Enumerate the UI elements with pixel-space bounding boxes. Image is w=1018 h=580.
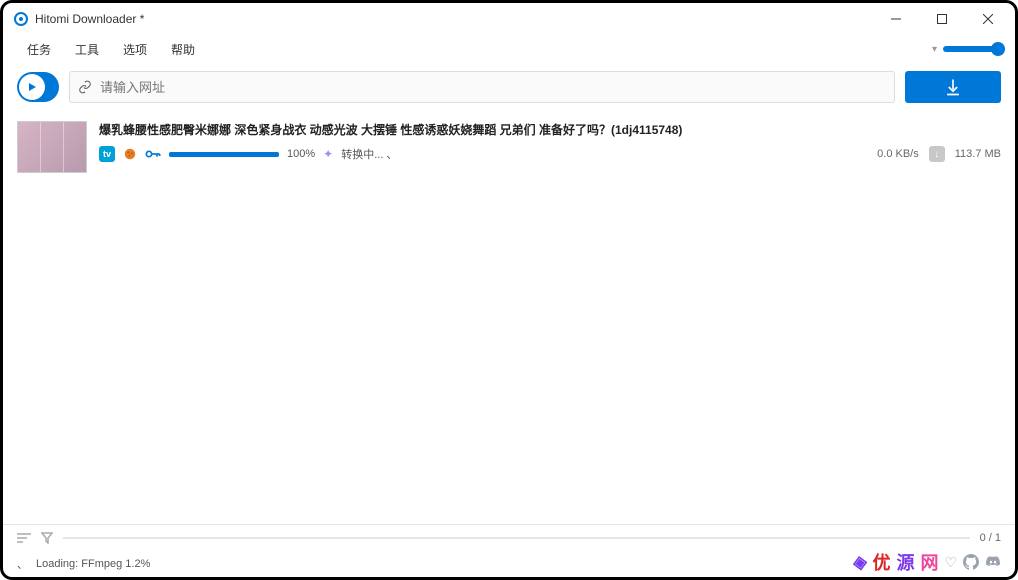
d-logo-icon: ◈	[851, 551, 868, 574]
url-input-container	[69, 71, 895, 103]
menu-tasks[interactable]: 任务	[15, 37, 63, 62]
close-button[interactable]	[965, 4, 1011, 34]
brand-char-3: 网	[920, 549, 938, 575]
discord-icon[interactable]	[985, 554, 1001, 570]
footer-divider	[63, 537, 970, 539]
item-counter: 0 / 1	[980, 532, 1001, 544]
download-item[interactable]: 爆乳蜂腰性感肥臀米娜娜 深色紧身战衣 动感光波 大摆锤 性感诱惑妖娆舞蹈 兄弟们…	[17, 117, 1001, 177]
maximize-button[interactable]	[919, 4, 965, 34]
window-title: Hitomi Downloader *	[35, 12, 873, 26]
sort-icon[interactable]	[17, 532, 31, 544]
download-button[interactable]	[905, 71, 1001, 103]
key-icon	[145, 147, 161, 161]
filter-icon[interactable]	[41, 532, 53, 544]
brand-char-2: 源	[896, 549, 914, 575]
titlebar[interactable]: Hitomi Downloader *	[3, 3, 1015, 35]
menu-help[interactable]: 帮助	[159, 37, 207, 62]
app-icon	[13, 11, 29, 27]
sparkle-icon: ✦	[323, 147, 333, 161]
menu-options[interactable]: 选项	[111, 37, 159, 62]
bilibili-icon: tv	[99, 146, 115, 162]
loading-status: Loading: FFmpeg 1.2%	[36, 558, 150, 570]
menu-tools[interactable]: 工具	[63, 37, 111, 62]
loading-dot: 、	[17, 556, 28, 572]
url-input[interactable]	[100, 80, 886, 95]
item-speed: 0.0 KB/s	[877, 148, 919, 160]
brand-char-1: 优	[872, 549, 890, 575]
github-icon[interactable]	[963, 554, 979, 570]
volume-slider[interactable]	[943, 46, 999, 52]
download-chip-icon: ↓	[929, 146, 945, 162]
minimize-button[interactable]	[873, 4, 919, 34]
play-toggle[interactable]	[17, 72, 59, 102]
link-icon	[78, 80, 92, 94]
progress-bar	[169, 152, 279, 157]
toolbar	[3, 63, 1015, 111]
brand-icons: ◈ 优 源 网 ♡	[853, 549, 1001, 575]
thumbnail	[17, 121, 87, 173]
progress-percent: 100%	[287, 148, 315, 160]
item-size: 113.7 MB	[955, 148, 1001, 160]
app-window: Hitomi Downloader * 任务 工具 选项 帮助 ▾	[0, 0, 1018, 580]
menubar: 任务 工具 选项 帮助 ▾	[3, 35, 1015, 63]
item-title: 爆乳蜂腰性感肥臀米娜娜 深色紧身战衣 动感光波 大摆锤 性感诱惑妖娆舞蹈 兄弟们…	[99, 121, 1001, 138]
heart-icon[interactable]: ♡	[944, 554, 957, 571]
dropdown-icon[interactable]: ▾	[932, 44, 937, 55]
item-status: 转换中... 、	[341, 146, 397, 162]
cookie-icon	[123, 147, 137, 161]
footer: 0 / 1 、 Loading: FFmpeg 1.2% ◈ 优 源 网 ♡	[3, 524, 1015, 577]
download-list: 爆乳蜂腰性感肥臀米娜娜 深色紧身战衣 动感光波 大摆锤 性感诱惑妖娆舞蹈 兄弟们…	[3, 111, 1015, 524]
